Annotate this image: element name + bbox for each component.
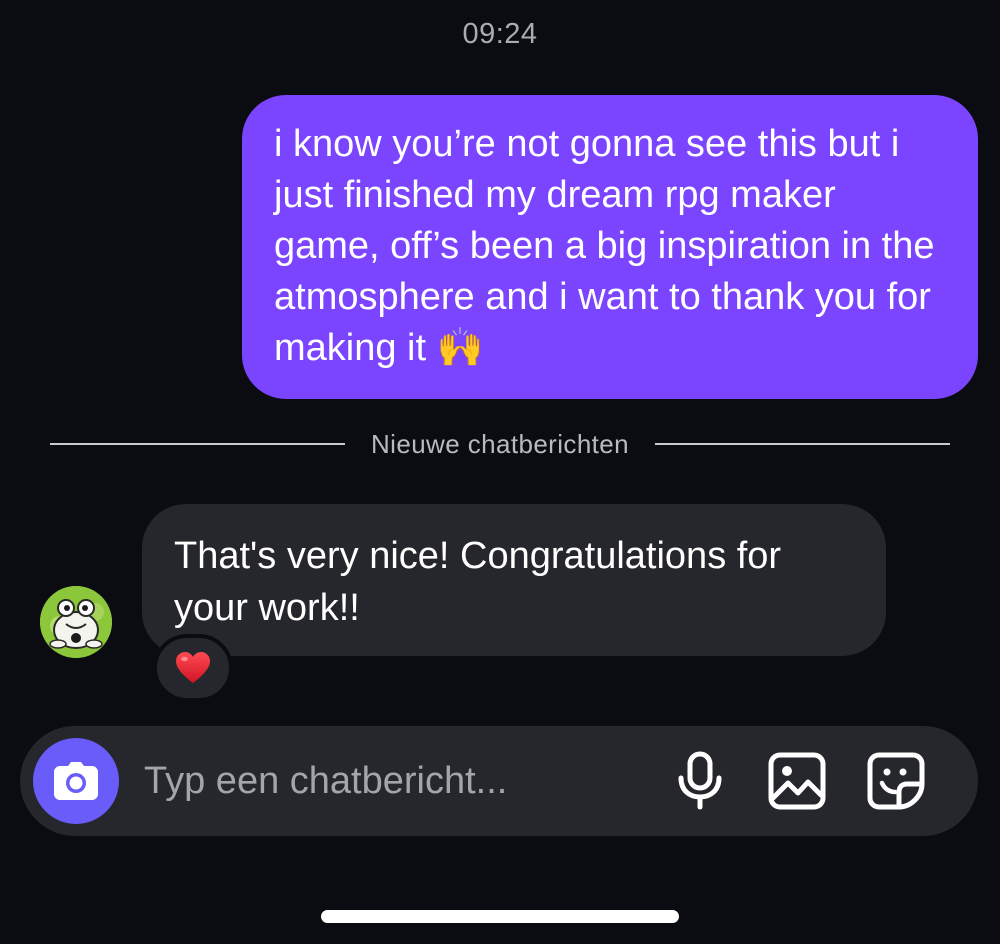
message-composer — [20, 726, 978, 836]
outgoing-message-text: i know you’re not gonna see this but i j… — [274, 123, 935, 369]
new-messages-label: Nieuwe chatberichten — [370, 428, 630, 459]
divider-line-left — [50, 443, 345, 445]
contact-avatar[interactable] — [40, 586, 112, 658]
reaction-badge[interactable] — [153, 634, 233, 702]
microphone-icon — [678, 751, 722, 810]
heart-icon — [176, 652, 210, 683]
gallery-button[interactable] — [765, 749, 829, 813]
frog-avatar-icon — [40, 586, 112, 658]
sticker-button[interactable] — [864, 749, 928, 813]
camera-icon — [54, 762, 98, 800]
outgoing-message-bubble[interactable]: i know you’re not gonna see this but i j… — [242, 95, 978, 399]
new-messages-divider: Nieuwe chatberichten — [50, 425, 951, 463]
message-timestamp: 09:24 — [462, 18, 538, 50]
microphone-button[interactable] — [668, 749, 732, 813]
message-input[interactable] — [144, 750, 644, 812]
sticker-icon — [867, 752, 925, 810]
camera-button[interactable] — [33, 738, 119, 824]
home-indicator[interactable] — [321, 910, 679, 923]
chat-screen: 09:24 i know you’re not gonna see this b… — [0, 0, 1000, 944]
incoming-message-text: That's very nice! Congratulations for yo… — [174, 535, 782, 629]
incoming-message-bubble[interactable]: That's very nice! Congratulations for yo… — [142, 504, 886, 656]
divider-line-right — [655, 443, 951, 445]
image-icon — [768, 752, 826, 810]
